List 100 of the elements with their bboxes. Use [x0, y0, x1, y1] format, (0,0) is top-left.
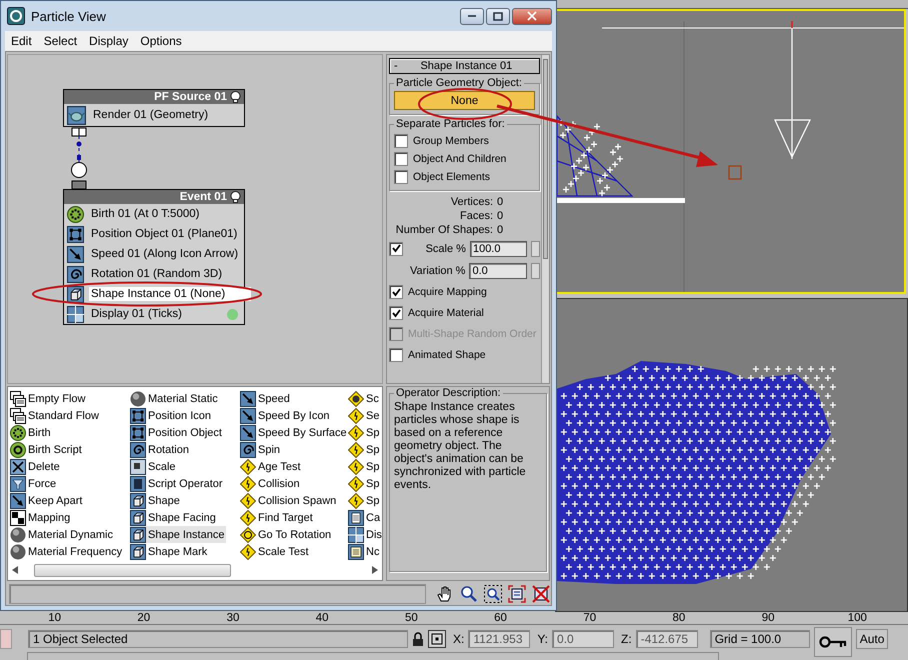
depot-item[interactable]: Collision Spawn	[240, 492, 338, 509]
tick-label: 50	[404, 612, 419, 624]
lightbulb-icon	[230, 191, 241, 203]
depot-item[interactable]: Standard Flow	[10, 407, 101, 424]
depot-item[interactable]: Birth	[10, 424, 53, 441]
checker-icon	[10, 510, 26, 526]
depot-item[interactable]: Empty Flow	[10, 390, 88, 407]
checkbox[interactable]	[389, 306, 403, 320]
rollout-header-button[interactable]: - Shape Instance 01	[389, 58, 540, 74]
depot-item[interactable]: Delete	[10, 458, 62, 475]
depot-item[interactable]: Find Target	[240, 509, 315, 526]
node-panel[interactable]: PF Source 01 Render 01 (Geometry)	[63, 89, 245, 127]
scroll-left-icon	[12, 566, 18, 574]
diamond-icon	[348, 458, 364, 474]
depot-item[interactable]: Scale	[130, 458, 178, 475]
set-key-button[interactable]	[814, 627, 852, 657]
depot-item[interactable]: Shape Instance	[130, 526, 226, 543]
depot-item[interactable]: Nc	[348, 543, 382, 560]
operator-item[interactable]: Display 01 (Ticks)	[89, 307, 184, 321]
depot-item[interactable]: Spin	[240, 441, 282, 458]
operator-item[interactable]: Render 01 (Geometry)	[91, 108, 210, 122]
depot-item[interactable]: Sc	[348, 390, 381, 407]
depot-item[interactable]: Dis	[348, 526, 382, 543]
depot-item[interactable]: Speed By Surface	[240, 424, 349, 441]
depot-item[interactable]: Material Frequency	[10, 543, 124, 560]
stacked-windows-icon	[10, 390, 26, 406]
scrollbar-thumb[interactable]	[34, 564, 231, 576]
cube-icon	[130, 492, 146, 508]
depot-item[interactable]: Keep Apart	[10, 492, 84, 509]
notepad-icon	[348, 510, 364, 526]
checkbox[interactable]	[389, 242, 403, 256]
depot-item[interactable]: Rotation	[130, 441, 191, 458]
tick-label: 90	[760, 612, 776, 624]
operator-item[interactable]: Position Object 01 (Plane01)	[89, 227, 240, 241]
cube-icon	[130, 510, 146, 526]
maximize-button[interactable]	[486, 8, 510, 24]
search-icon	[460, 585, 478, 603]
depot-item[interactable]: Script Operator	[130, 475, 225, 492]
depot-item[interactable]: Sp	[348, 475, 382, 492]
tiles-icon	[348, 526, 364, 542]
number-field[interactable]: 0.0	[469, 262, 527, 278]
operator-item[interactable]: Rotation 01 (Random 3D)	[89, 267, 224, 281]
stat-label: Number Of Shapes:	[394, 224, 493, 236]
spinner-label: Variation %	[409, 264, 466, 276]
coordinate-field[interactable]: 0.0	[552, 630, 614, 648]
depot-item[interactable]: Sp	[348, 424, 382, 441]
depot-item[interactable]: Mapping	[10, 509, 72, 526]
depot-item[interactable]: Sp	[348, 441, 382, 458]
checkbox[interactable]	[389, 348, 403, 362]
ring-diamond-icon	[240, 526, 256, 542]
coordinate-field[interactable]: 1121.953	[468, 630, 530, 648]
depot-item[interactable]: Collision	[240, 475, 302, 492]
auto-key-button[interactable]: Auto	[856, 629, 888, 649]
close-icon	[527, 11, 537, 21]
scrollbar-thumb[interactable]	[543, 59, 548, 259]
depot-item[interactable]: Speed	[240, 390, 292, 407]
timeline-ruler[interactable]: 10 20 30 40 50 60 70 80 90 100	[0, 612, 908, 625]
depot-item[interactable]: Shape Mark	[130, 543, 210, 560]
depot-item[interactable]: Shape Facing	[130, 509, 218, 526]
depot-item[interactable]: Scale Test	[240, 543, 311, 560]
number-field[interactable]: 100.0	[470, 240, 527, 256]
depot-item[interactable]: Ca	[348, 509, 382, 526]
menu-item[interactable]: Options	[134, 34, 188, 48]
checkbox[interactable]	[389, 285, 403, 299]
selection-status-field: 1 Object Selected	[28, 630, 408, 648]
depot-item[interactable]: Sp	[348, 458, 382, 475]
depot-item[interactable]: Material Dynamic	[10, 526, 115, 543]
menu-item[interactable]: Edit	[5, 34, 38, 48]
sphere-icon	[10, 526, 26, 542]
depot-item[interactable]: Se	[348, 407, 382, 424]
coordinate-field[interactable]: -412.675	[636, 630, 698, 648]
pick-object-button[interactable]: None	[394, 91, 535, 110]
menu-item[interactable]: Select	[38, 34, 84, 48]
depot-item[interactable]: Age Test	[240, 458, 303, 475]
depot-item[interactable]: Shape	[130, 492, 182, 509]
checkbox-label: Animated Shape	[408, 349, 486, 361]
menu-item[interactable]: Display	[83, 34, 134, 48]
depot-item[interactable]: Speed By Icon	[240, 407, 332, 424]
depot-item[interactable]: Go To Rotation	[240, 526, 334, 543]
depot-item[interactable]: Force	[10, 475, 58, 492]
depot-item[interactable]: Sp	[348, 492, 382, 509]
operator-item[interactable]: Speed 01 (Along Icon Arrow)	[89, 247, 240, 261]
square-icon	[130, 458, 146, 474]
target-square	[728, 165, 742, 180]
spiral-icon	[240, 442, 256, 458]
depot-item[interactable]: Position Object	[130, 424, 224, 441]
checkbox[interactable]	[394, 170, 408, 184]
tiles-icon	[67, 306, 84, 322]
depot-item[interactable]: Position Icon	[130, 407, 213, 424]
operator-item[interactable]: Shape Instance 01 (None)	[89, 287, 252, 301]
checkbox-label: Acquire Material	[408, 307, 484, 319]
operator-item[interactable]: Birth 01 (At 0 T:5000)	[89, 207, 202, 221]
depot-item[interactable]: Material Static	[130, 390, 220, 407]
depot-item[interactable]: Birth Script	[10, 441, 84, 458]
minimize-button[interactable]	[460, 8, 484, 24]
cube-icon	[67, 286, 84, 302]
close-button[interactable]	[512, 8, 552, 24]
checkbox[interactable]	[394, 134, 408, 148]
diamond-icon	[348, 442, 364, 458]
checkbox[interactable]	[394, 152, 408, 166]
